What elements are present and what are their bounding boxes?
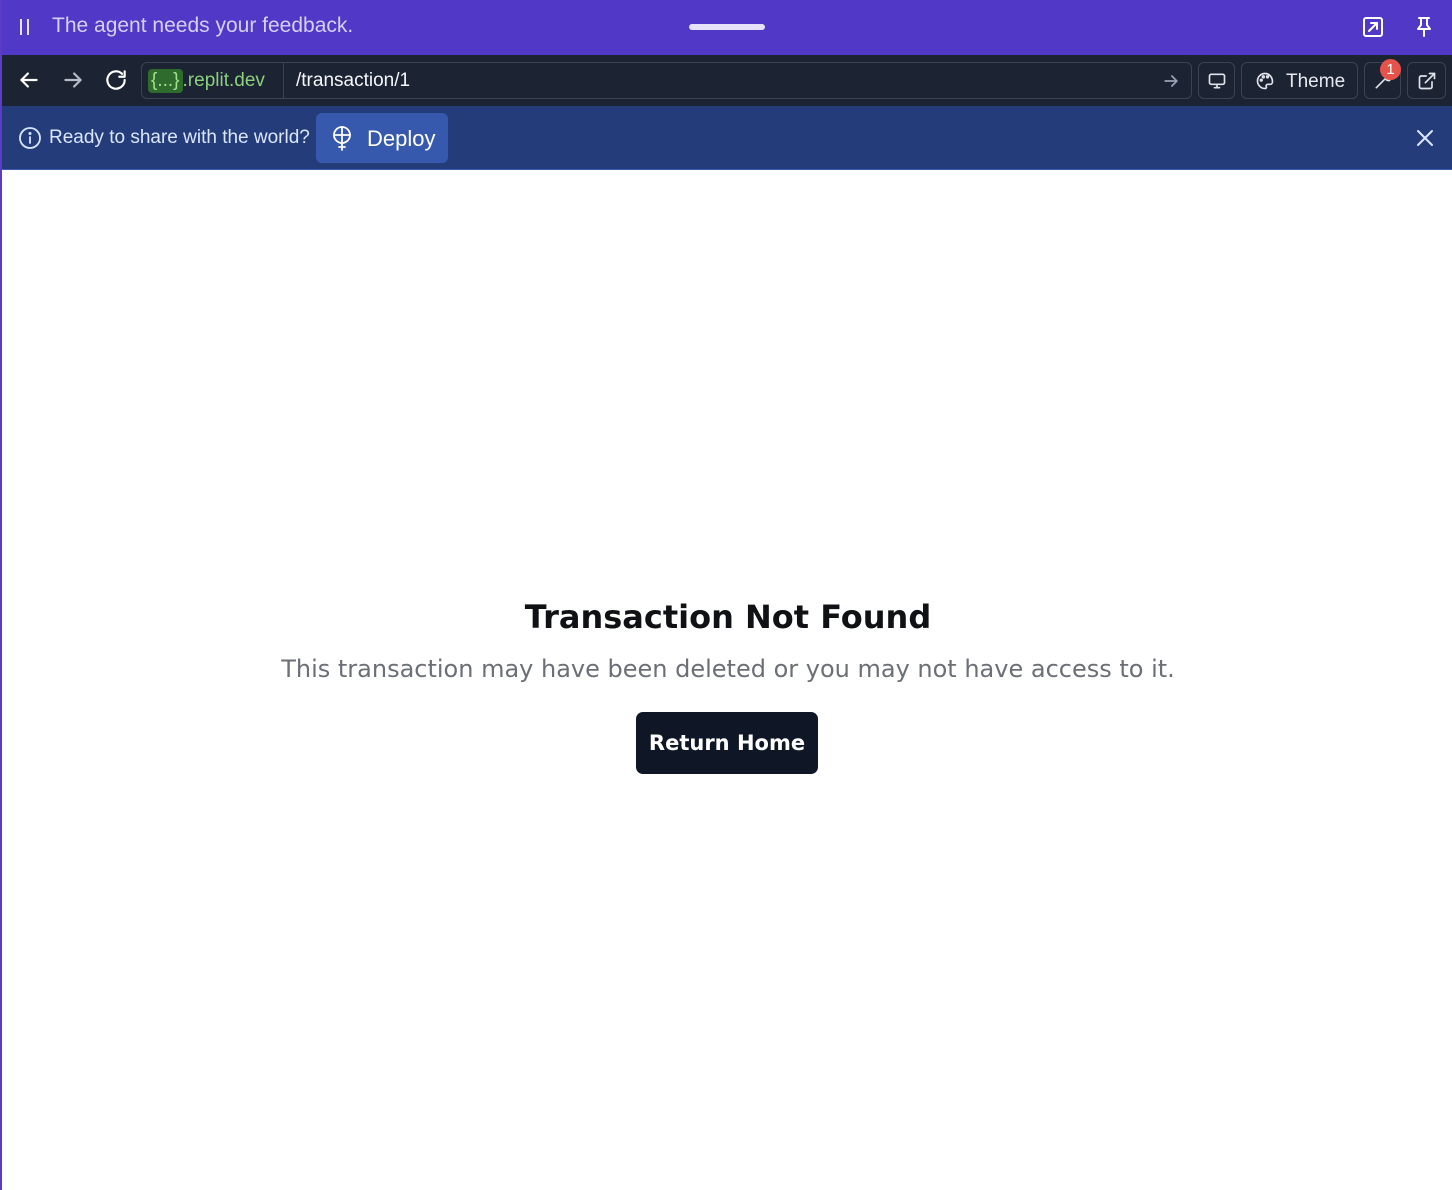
url-host-token: {...} — [148, 69, 183, 93]
close-icon[interactable] — [1413, 126, 1437, 150]
forward-arrow-icon[interactable] — [60, 67, 86, 93]
reload-icon[interactable] — [103, 67, 129, 93]
banner-text: Ready to share with the world? — [49, 127, 310, 148]
url-host: {...} .replit.dev — [148, 69, 265, 93]
deploy-banner: Ready to share with the world? — [2, 106, 1452, 170]
info-icon — [19, 127, 41, 149]
agent-message: The agent needs your feedback. — [52, 14, 354, 37]
pause-icon[interactable] — [20, 19, 32, 35]
page-subtitle: This transaction may have been deleted o… — [281, 655, 1175, 683]
go-arrow-icon[interactable] — [1161, 71, 1181, 91]
monitor-icon — [1208, 73, 1226, 89]
url-divider — [283, 63, 284, 98]
deploy-label: Deploy — [367, 126, 436, 151]
pop-out-icon[interactable] — [1361, 15, 1385, 39]
theme-label: Theme — [1286, 71, 1346, 92]
url-path[interactable]: /transaction/1 — [296, 70, 410, 92]
theme-button[interactable]: Theme — [1241, 62, 1358, 99]
back-arrow-icon[interactable] — [16, 67, 42, 93]
agent-feedback-bar: The agent needs your feedback. — [2, 0, 1452, 55]
palette-icon — [1256, 72, 1274, 90]
deploy-button[interactable]: Deploy — [316, 113, 448, 163]
page-content: Transaction Not Found This transaction m… — [2, 170, 1452, 1190]
drag-handle[interactable] — [689, 24, 765, 30]
open-new-tab-button[interactable] — [1407, 62, 1446, 99]
pin-icon[interactable] — [1412, 15, 1436, 39]
deploy-icon — [333, 126, 351, 151]
address-bar[interactable]: {...} .replit.dev /transaction/1 — [141, 62, 1192, 99]
return-home-button[interactable]: Return Home — [636, 712, 818, 774]
external-link-icon — [1418, 72, 1436, 90]
device-preview-button[interactable] — [1198, 62, 1235, 99]
notification-badge: 1 — [1380, 59, 1401, 80]
app-frame: The agent needs your feedback. {...} .rep… — [0, 0, 1452, 1190]
url-host-domain: .replit.dev — [182, 70, 265, 91]
page-title: Transaction Not Found — [524, 598, 932, 636]
